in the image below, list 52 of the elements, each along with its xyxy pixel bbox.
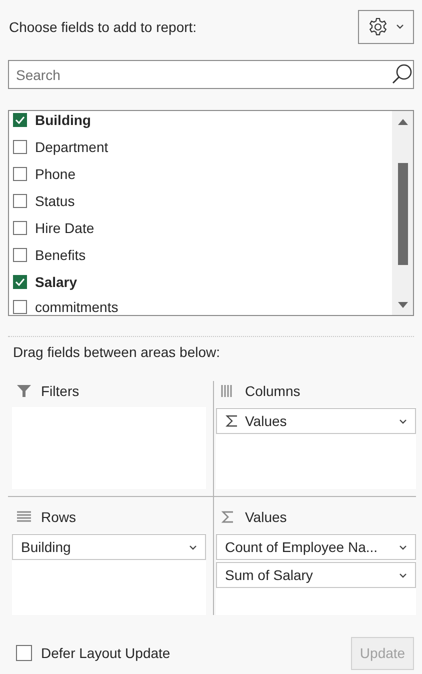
chip-label: Values xyxy=(245,413,288,429)
area-title: Columns xyxy=(245,383,300,399)
field-label: Phone xyxy=(35,166,76,182)
search-icon xyxy=(391,63,413,85)
rows-icon xyxy=(17,511,31,523)
field-label: Status xyxy=(35,192,75,208)
checkbox[interactable] xyxy=(13,166,27,180)
field-label: Hire Date xyxy=(35,220,94,236)
field-label: commitments xyxy=(35,299,118,315)
sigma-icon xyxy=(225,414,239,428)
caret-icon xyxy=(399,572,407,578)
gear-icon xyxy=(368,16,388,36)
chip-label: Building xyxy=(21,539,72,555)
field-label: Salary xyxy=(35,274,78,290)
area-title: Filters xyxy=(41,383,80,399)
field-chip[interactable]: Values xyxy=(216,408,416,434)
sigma-icon xyxy=(221,510,235,524)
instructions-text: Drag fields between areas below: xyxy=(12,343,222,361)
field-chip[interactable]: Count of Employee Na... xyxy=(216,534,416,560)
filter-icon xyxy=(17,384,31,398)
field-label: Benefits xyxy=(35,246,86,262)
chip-label: Sum of Salary xyxy=(225,567,314,583)
scrollbar-thumb[interactable] xyxy=(398,163,408,265)
scrollbar[interactable] xyxy=(392,111,413,315)
checkbox[interactable] xyxy=(13,112,27,126)
scroll-up-icon xyxy=(396,118,408,126)
checkbox[interactable] xyxy=(13,300,27,314)
area-title: Values xyxy=(245,509,287,525)
caret-icon xyxy=(189,544,197,550)
field-chip[interactable]: Sum of Salary xyxy=(216,562,416,588)
field-label: Building xyxy=(35,112,91,128)
checkbox[interactable] xyxy=(13,140,27,154)
settings-button[interactable] xyxy=(358,10,414,44)
scroll-down-icon xyxy=(396,301,408,309)
chip-label: Count of Employee Na... xyxy=(225,539,379,555)
caret-icon xyxy=(399,544,407,550)
drop-area[interactable]: Building xyxy=(12,533,206,615)
checkbox[interactable] xyxy=(13,220,27,234)
search-field[interactable]: Search xyxy=(8,60,414,89)
caret-icon xyxy=(399,418,407,424)
field-label: Department xyxy=(35,138,108,154)
checkbox[interactable] xyxy=(13,248,27,262)
drop-area[interactable]: Values xyxy=(216,407,416,489)
caret-icon xyxy=(396,24,404,29)
area-title: Rows xyxy=(41,509,76,525)
field-chip[interactable]: Building xyxy=(12,534,206,560)
checkbox[interactable] xyxy=(16,645,32,661)
checkbox[interactable] xyxy=(13,194,27,208)
drop-area[interactable]: Count of Employee Na... Sum of Salary xyxy=(216,533,416,615)
checkbox[interactable] xyxy=(13,274,27,288)
panel-title: Choose fields to add to report: xyxy=(8,18,197,34)
checkbox-label: Defer Layout Update xyxy=(41,645,172,661)
